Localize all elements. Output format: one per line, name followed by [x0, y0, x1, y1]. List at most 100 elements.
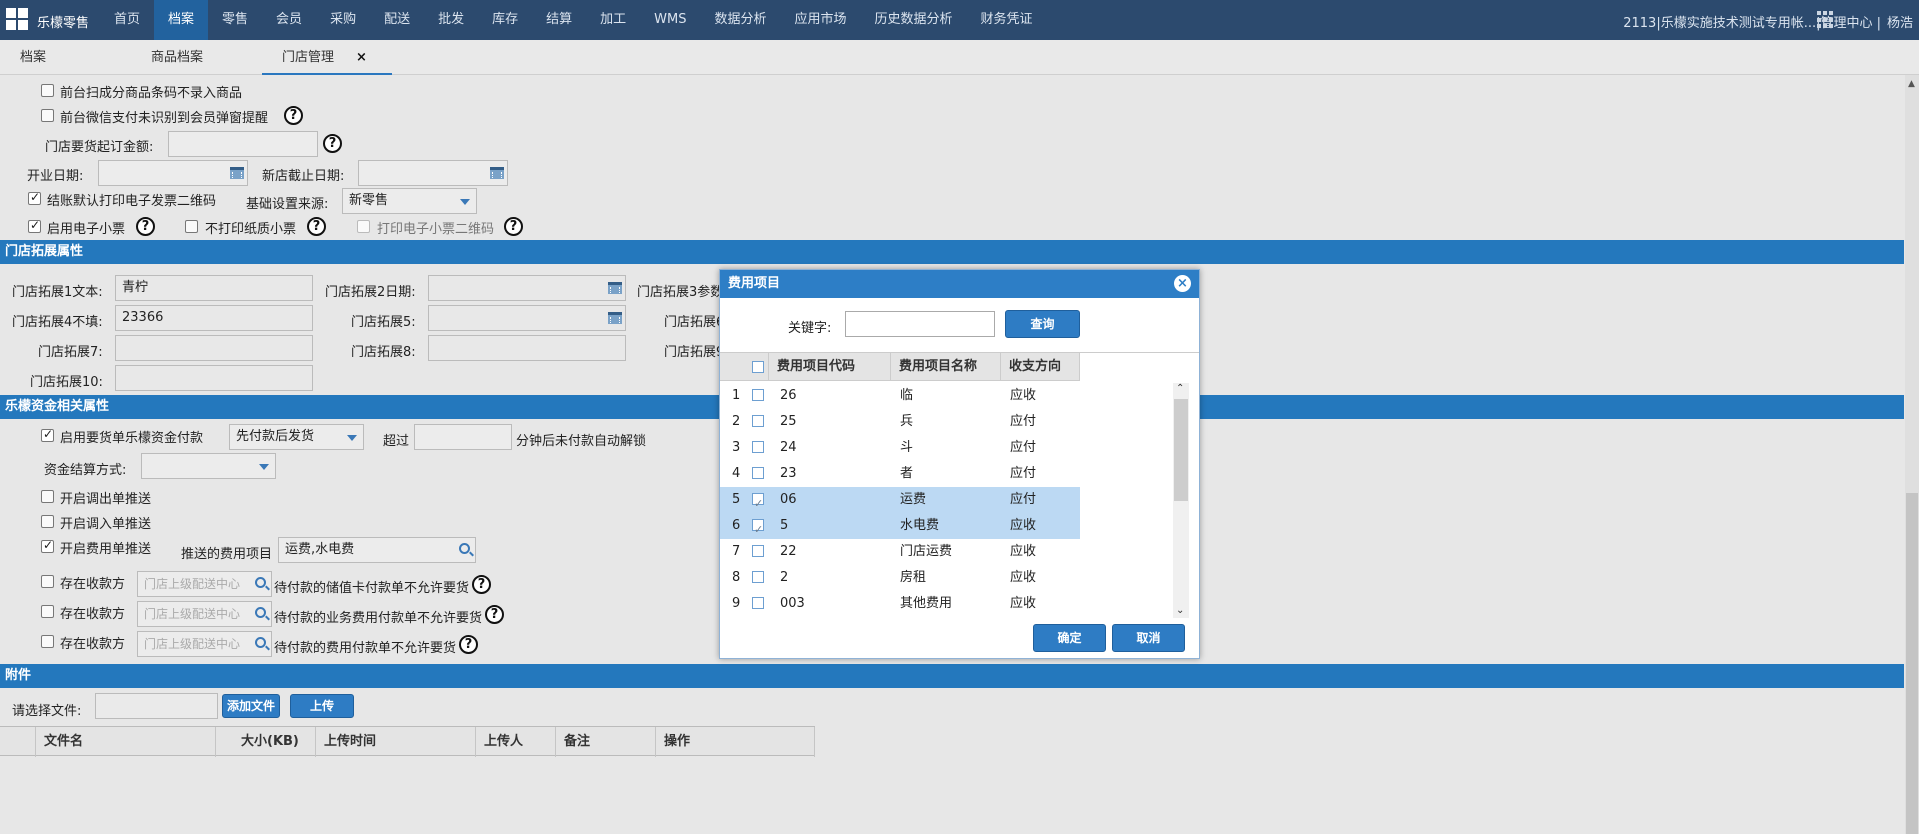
tab-product-archive[interactable]: 商品档案 — [151, 40, 203, 75]
settle-method-select[interactable] — [141, 453, 276, 479]
table-row[interactable]: 7 22 门店运费 应收 — [720, 539, 1080, 565]
table-row[interactable]: 1 26 临 应收 — [720, 383, 1080, 409]
tab-archive[interactable]: 档案 — [20, 40, 46, 75]
keyword-input[interactable] — [845, 311, 995, 337]
calendar-icon[interactable] — [608, 282, 622, 294]
wx-popup-checkbox[interactable] — [41, 109, 54, 122]
row-checkbox[interactable] — [752, 415, 764, 427]
col-direction[interactable]: 收支方向 — [1000, 353, 1080, 381]
nav-item-wholesale[interactable]: 批发 — [424, 0, 478, 40]
help-icon[interactable]: ? — [136, 217, 155, 236]
grid-scrollbar-thumb[interactable] — [1174, 399, 1188, 501]
search-icon[interactable] — [255, 607, 266, 618]
table-row[interactable]: 4 23 者 应付 — [720, 461, 1080, 487]
table-row[interactable]: 8 2 房租 应收 — [720, 565, 1080, 591]
col-remark[interactable]: 备注 — [555, 727, 655, 757]
recv1-checkbox[interactable] — [41, 575, 54, 588]
print-qr-checkbox[interactable] — [28, 190, 41, 205]
nav-item-finance-voucher[interactable]: 财务凭证 — [967, 0, 1047, 40]
upload-button[interactable]: 上传 — [290, 694, 354, 718]
nav-item-history-analysis[interactable]: 历史数据分析 — [861, 0, 967, 40]
ext7-input[interactable] — [115, 335, 313, 361]
push-fee-checkbox[interactable] — [41, 538, 54, 553]
row-checkbox[interactable] — [752, 517, 764, 543]
grid-scrollbar[interactable]: ⌃ ⌄ — [1173, 383, 1189, 618]
nav-item-home[interactable]: 首页 — [100, 0, 154, 40]
ext5-input[interactable] — [428, 305, 626, 331]
table-row[interactable]: 5 06 运费 应付 — [720, 487, 1080, 517]
select-all-checkbox[interactable] — [752, 361, 764, 373]
table-row[interactable]: 9 003 其他费用 应收 — [720, 591, 1080, 617]
recv2-input[interactable]: 门店上级配送中心 — [137, 601, 272, 627]
file-path-input[interactable] — [95, 693, 218, 719]
print-e-qr-checkbox[interactable] — [357, 220, 370, 233]
ext1-input[interactable]: 青柠 — [115, 275, 313, 301]
table-row[interactable]: 6 5 水电费 应收 — [720, 513, 1080, 543]
help-icon[interactable]: ? — [472, 575, 491, 594]
close-icon[interactable]: × — [1174, 275, 1191, 292]
nav-item-purchase[interactable]: 采购 — [316, 0, 370, 40]
help-icon[interactable]: ? — [323, 134, 342, 153]
nav-item-retail[interactable]: 零售 — [208, 0, 262, 40]
help-icon[interactable]: ? — [307, 217, 326, 236]
row-checkbox[interactable] — [752, 597, 764, 609]
cancel-button[interactable]: 取消 — [1112, 624, 1185, 652]
nav-item-settlement[interactable]: 结算 — [532, 0, 586, 40]
nav-item-inventory[interactable]: 库存 — [478, 0, 532, 40]
minutes-input[interactable] — [414, 424, 512, 450]
scroll-up-icon[interactable]: ▲ — [1908, 79, 1915, 89]
no-paper-checkbox[interactable] — [185, 220, 198, 233]
recv3-input[interactable]: 门店上级配送中心 — [137, 631, 272, 657]
add-file-button[interactable]: 添加文件 — [222, 694, 280, 718]
row-checkbox[interactable] — [752, 491, 764, 517]
nav-item-member[interactable]: 会员 — [262, 0, 316, 40]
account-info[interactable]: 2113|乐檬实施技术测试专用帐...|管理中心 | — [1623, 12, 1881, 31]
push-in-checkbox[interactable] — [41, 515, 54, 528]
col-uploader[interactable]: 上传人 — [475, 727, 555, 757]
confirm-button[interactable]: 确定 — [1033, 624, 1106, 652]
row-checkbox[interactable] — [752, 389, 764, 401]
push-out-checkbox[interactable] — [41, 490, 54, 503]
scroll-down-icon[interactable]: ⌄ — [1176, 605, 1184, 616]
col-size[interactable]: 大小(KB) — [215, 727, 315, 757]
fund-mode-select[interactable]: 先付款后发货 — [229, 424, 364, 450]
search-icon[interactable] — [459, 543, 470, 554]
ext4-input[interactable]: 23366 — [115, 305, 313, 331]
e-receipt-checkbox[interactable] — [28, 218, 41, 233]
min-order-input[interactable] — [168, 131, 318, 157]
row-checkbox[interactable] — [752, 545, 764, 557]
ext10-input[interactable] — [115, 365, 313, 391]
scroll-up-icon[interactable]: ⌃ — [1176, 383, 1184, 394]
open-date-input[interactable] — [98, 160, 248, 186]
query-button[interactable]: 查询 — [1005, 310, 1080, 338]
row-checkbox[interactable] — [752, 441, 764, 453]
ext2-input[interactable] — [428, 275, 626, 301]
tab-store-management[interactable]: 门店管理 × — [262, 40, 392, 75]
nav-item-distribution[interactable]: 配送 — [370, 0, 424, 40]
fund-enable-checkbox[interactable] — [41, 427, 54, 442]
search-icon[interactable] — [255, 577, 266, 588]
calendar-icon[interactable] — [608, 312, 622, 324]
scan-split-checkbox[interactable] — [41, 84, 54, 97]
row-checkbox[interactable] — [752, 467, 764, 479]
fee-items-input[interactable]: 运费,水电费 — [278, 537, 476, 563]
nav-item-archive[interactable]: 档案 — [154, 0, 209, 40]
help-icon[interactable]: ? — [284, 106, 303, 125]
row-checkbox[interactable] — [752, 571, 764, 583]
col-operation[interactable]: 操作 — [655, 727, 815, 757]
scrollbar-thumb[interactable] — [1906, 493, 1918, 834]
ext8-input[interactable] — [428, 335, 626, 361]
search-icon[interactable] — [255, 637, 266, 648]
base-source-select[interactable]: 新零售 — [342, 188, 477, 214]
nav-item-wms[interactable]: WMS — [640, 0, 700, 40]
col-upload-time[interactable]: 上传时间 — [315, 727, 475, 757]
calendar-icon[interactable] — [490, 167, 504, 179]
nav-item-app-market[interactable]: 应用市场 — [781, 0, 861, 40]
col-fee-name[interactable]: 费用项目名称 — [890, 353, 1000, 381]
table-row[interactable]: 2 25 兵 应付 — [720, 409, 1080, 435]
user-name[interactable]: 杨浩 — [1887, 12, 1913, 31]
recv1-input[interactable]: 门店上级配送中心 — [137, 571, 272, 597]
table-row[interactable]: 3 24 斗 应付 — [720, 435, 1080, 461]
recv3-checkbox[interactable] — [41, 635, 54, 648]
col-fee-code[interactable]: 费用项目代码 — [768, 353, 890, 381]
